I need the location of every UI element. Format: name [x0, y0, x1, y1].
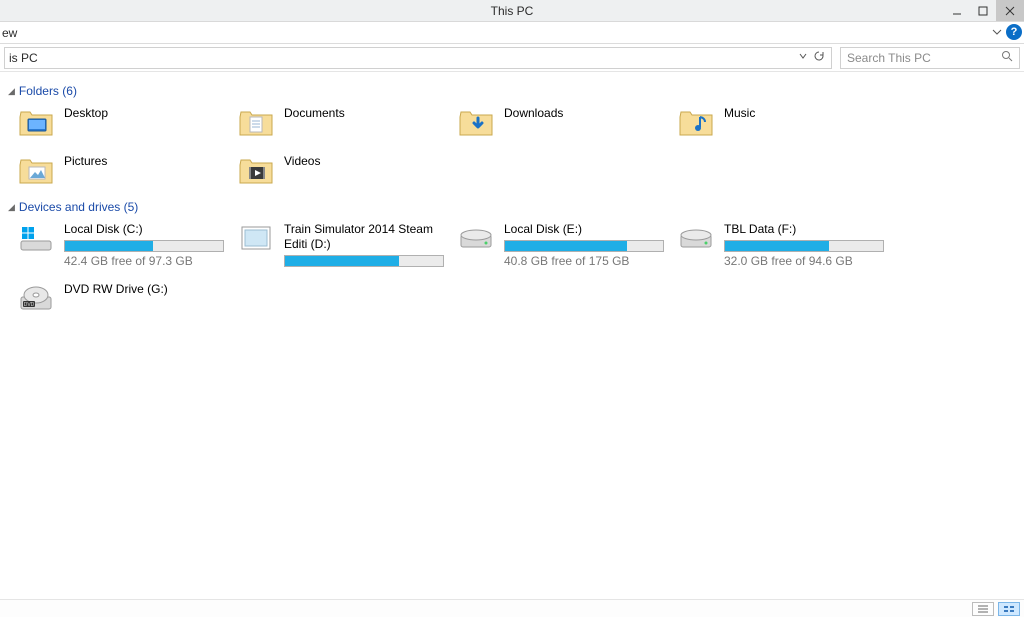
drive-subtext: 32.0 GB free of 94.6 GB: [724, 254, 884, 268]
disc-image-icon: [236, 220, 276, 256]
windows-volume-icon: [16, 220, 56, 256]
capacity-bar: [284, 255, 444, 267]
drive-subtext: 40.8 GB free of 175 GB: [504, 254, 664, 268]
address-path: is PC: [9, 51, 795, 65]
videos-icon: [236, 152, 276, 188]
view-tiles-button[interactable]: [998, 602, 1020, 616]
titlebar: This PC: [0, 0, 1024, 22]
help-icon[interactable]: ?: [1006, 24, 1022, 40]
svg-text:DVD: DVD: [24, 302, 35, 308]
folder-item-documents[interactable]: Documents: [234, 102, 444, 142]
folder-item-downloads[interactable]: Downloads: [454, 102, 664, 142]
search-icon: [1001, 50, 1013, 65]
maximize-button[interactable]: [970, 0, 996, 21]
downloads-icon: [456, 104, 496, 140]
folder-label: Desktop: [64, 106, 108, 121]
search-box[interactable]: Search This PC: [840, 47, 1020, 69]
documents-icon: [236, 104, 276, 140]
folder-label: Pictures: [64, 154, 107, 169]
ribbon-row: ew ?: [0, 22, 1024, 44]
address-row: is PC Search This PC: [0, 44, 1024, 72]
ribbon-collapse-icon[interactable]: [992, 26, 1002, 40]
drive-item-c[interactable]: Local Disk (C:) 42.4 GB free of 97.3 GB: [14, 218, 224, 270]
group-header-drives[interactable]: ◢ Devices and drives (5): [8, 200, 1016, 214]
drives-grid: Local Disk (C:) 42.4 GB free of 97.3 GB …: [14, 218, 1016, 318]
hdd-icon: [456, 220, 496, 256]
collapse-icon: ◢: [8, 202, 15, 213]
window-title: This PC: [491, 4, 534, 18]
refresh-icon[interactable]: [811, 50, 827, 65]
drive-label: Local Disk (C:): [64, 222, 224, 237]
music-icon: [676, 104, 716, 140]
capacity-bar: [724, 240, 884, 252]
content-area: ◢ Folders (6) Desktop Docume: [0, 72, 1024, 320]
folder-label: Videos: [284, 154, 320, 169]
drive-item-g[interactable]: DVD DVD RW Drive (G:): [14, 278, 224, 318]
capacity-bar: [504, 240, 664, 252]
group-header-label: Devices and drives (5): [19, 200, 138, 214]
folder-label: Downloads: [504, 106, 563, 121]
close-button[interactable]: [996, 0, 1024, 21]
view-details-button[interactable]: [972, 602, 994, 616]
ribbon-tab-fragment[interactable]: ew: [2, 26, 17, 40]
address-bar[interactable]: is PC: [4, 47, 832, 69]
status-bar: [0, 599, 1024, 617]
minimize-button[interactable]: [944, 0, 970, 21]
drive-label: Local Disk (E:): [504, 222, 664, 237]
collapse-icon: ◢: [8, 86, 15, 97]
capacity-bar: [64, 240, 224, 252]
group-header-folders[interactable]: ◢ Folders (6): [8, 84, 1016, 98]
group-header-label: Folders (6): [19, 84, 77, 98]
drive-item-d[interactable]: Train Simulator 2014 Steam Editi (D:): [234, 218, 444, 270]
folder-item-videos[interactable]: Videos: [234, 150, 444, 190]
folder-label: Documents: [284, 106, 345, 121]
drive-label: TBL Data (F:): [724, 222, 884, 237]
pictures-icon: [16, 152, 56, 188]
drive-label: DVD RW Drive (G:): [64, 282, 168, 297]
folder-item-desktop[interactable]: Desktop: [14, 102, 224, 142]
drive-item-f[interactable]: TBL Data (F:) 32.0 GB free of 94.6 GB: [674, 218, 884, 270]
hdd-icon: [676, 220, 716, 256]
drive-subtext: 42.4 GB free of 97.3 GB: [64, 254, 224, 268]
window-buttons: [944, 0, 1024, 21]
address-history-dropdown-icon[interactable]: [795, 52, 811, 63]
dvd-drive-icon: DVD: [16, 280, 56, 316]
search-placeholder: Search This PC: [847, 51, 1001, 65]
drive-item-e[interactable]: Local Disk (E:) 40.8 GB free of 175 GB: [454, 218, 664, 270]
folder-label: Music: [724, 106, 755, 121]
folders-grid: Desktop Documents Downloads: [14, 102, 1016, 190]
folder-item-pictures[interactable]: Pictures: [14, 150, 224, 190]
drive-label: Train Simulator 2014 Steam Editi (D:): [284, 222, 434, 252]
desktop-icon: [16, 104, 56, 140]
folder-item-music[interactable]: Music: [674, 102, 884, 142]
